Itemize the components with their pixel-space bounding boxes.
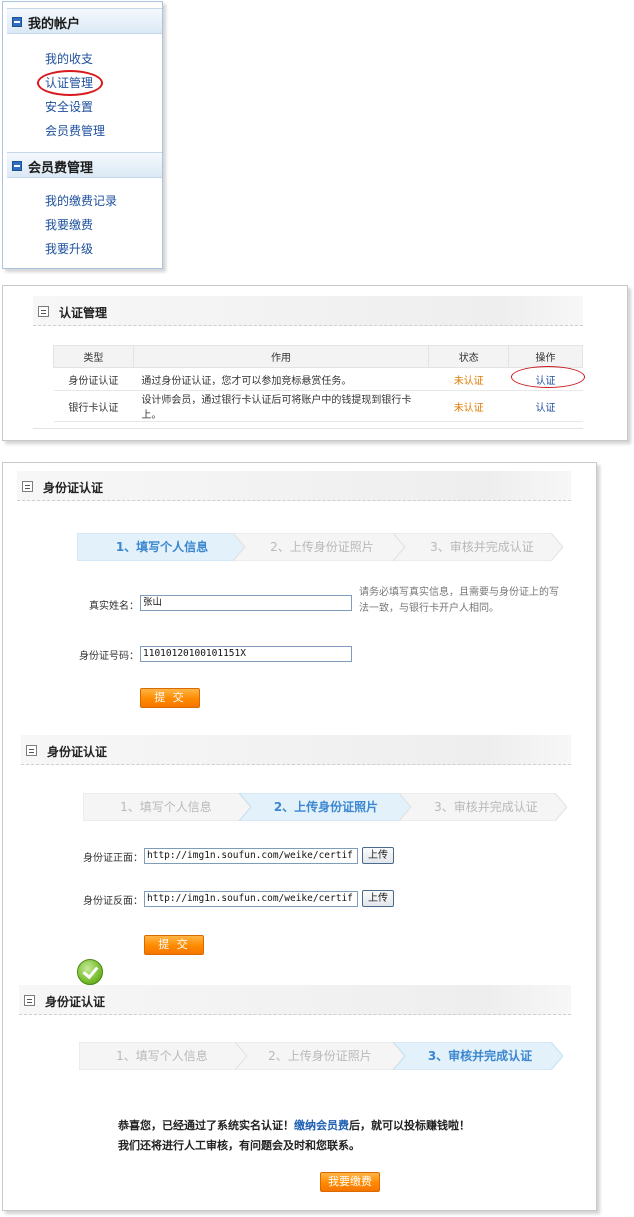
upload-front-button[interactable]: 上传 [362, 847, 394, 864]
cert-desc: 设计师会员，通过银行卡认证后可将账户中的钱提现到银行卡上。 [133, 390, 429, 422]
cert-mgmt-panel: 认证管理 类型 作用 状态 操作 身份证认证 通过身份证认证，您才可以参加竞标悬… [2, 285, 628, 441]
step-1: 1、填写个人信息 [116, 1049, 208, 1063]
cert-type: 身份证认证 [53, 367, 134, 391]
sidebar-section-title: 我的帐户 [28, 17, 81, 32]
sidebar-item-income[interactable]: 我的收支 [45, 50, 93, 67]
id-front-label: 身份证正面： [83, 853, 143, 864]
highlight-ellipse [511, 366, 585, 388]
section-header: 身份证认证 [17, 471, 571, 501]
collapse-icon[interactable] [12, 17, 22, 27]
success-message-line1: 恭喜您，已经通过了系统实名认证！缴纳会员费后，就可以投标赚钱啦！ [118, 1117, 470, 1133]
list-icon [26, 745, 37, 756]
section-header: 身份证认证 [19, 985, 571, 1015]
sidebar-section-title: 会员费管理 [28, 161, 94, 176]
cert-desc: 通过身份证认证，您才可以参加竞标悬赏任务。 [133, 367, 429, 391]
step-2: 2、上传身份证照片 [270, 540, 374, 554]
section-title: 身份证认证 [43, 481, 104, 495]
step-3: 3、审核并完成认证 [434, 800, 538, 814]
sidebar-panel: 我的帐户 我的收支 认证管理 安全设置 会员费管理 会员费管理 我的缴费记录 我… [2, 1, 163, 269]
status-badge: 未认证 [428, 367, 509, 391]
upload-back-button[interactable]: 上传 [362, 890, 394, 907]
certify-link[interactable]: 认证 [508, 390, 583, 422]
table-row: 银行卡认证 设计师会员，通过银行卡认证后可将账户中的钱提现到银行卡上。 未认证 … [53, 390, 583, 422]
step-progress: 1、填写个人信息 2、上传身份证照片 3、审核并完成认证 [77, 533, 563, 561]
list-icon [22, 481, 33, 492]
name-hint: 请务必填写真实信息，且需要与身份证上的写法一致，与银行卡开户人相同。 [359, 587, 559, 614]
table-row: 身份证认证 通过身份证认证，您才可以参加竞标悬赏任务。 未认证 认证 [53, 367, 583, 391]
section-header: 身份证认证 [21, 735, 571, 765]
section-title: 身份证认证 [47, 745, 108, 759]
status-badge: 未认证 [428, 390, 509, 422]
name-field[interactable]: 张山 [140, 595, 352, 611]
step-2: 2、上传身份证照片 [273, 800, 379, 814]
id-number-field[interactable]: 11010120100101151X [140, 646, 352, 662]
column-header: 状态 [428, 345, 510, 368]
sidebar-item-security[interactable]: 安全设置 [45, 98, 93, 115]
section-title: 身份证认证 [45, 995, 106, 1009]
highlight-ellipse [37, 70, 103, 96]
message-text: 恭喜您，已经通过了系统实名认证！ [118, 1119, 294, 1132]
cert-table: 类型 作用 状态 操作 身份证认证 通过身份证认证，您才可以参加竞标悬赏任务。 … [53, 345, 583, 422]
name-label: 真实姓名： [89, 601, 139, 612]
success-check-icon [77, 959, 103, 985]
list-icon [38, 306, 49, 317]
section-title: 认证管理 [59, 306, 108, 320]
id-cert-panel: 身份证认证 1、填写个人信息 2、上传身份证照片 3、审核并完成认证 真实姓名：… [2, 462, 597, 1211]
submit-button[interactable]: 提 交 [140, 688, 200, 708]
id-back-label: 身份证反面： [83, 896, 143, 907]
column-header: 操作 [508, 345, 583, 368]
pay-membership-link[interactable]: 缴纳会员费 [294, 1119, 349, 1132]
step-1: 1、填写个人信息 [120, 800, 212, 814]
sidebar-item-membership[interactable]: 会员费管理 [45, 122, 105, 139]
step-3: 3、审核并完成认证 [427, 1049, 533, 1063]
message-text: 后，就可以投标赚钱啦！ [349, 1119, 470, 1132]
list-icon [24, 995, 35, 1006]
column-header: 类型 [53, 345, 134, 368]
step-2: 2、上传身份证照片 [268, 1049, 372, 1063]
cert-type: 银行卡认证 [53, 390, 134, 422]
sidebar-item-upgrade[interactable]: 我要升级 [45, 240, 93, 257]
step-progress: 1、填写个人信息 2、上传身份证照片 3、审核并完成认证 [79, 1042, 563, 1070]
sidebar-section-membership: 会员费管理 [7, 152, 162, 178]
divider [33, 428, 583, 429]
id-back-field[interactable]: http://img1n.soufun.com/weike/certif [144, 891, 358, 907]
sidebar-item-payment-records[interactable]: 我的缴费记录 [45, 192, 117, 209]
section-header: 认证管理 [33, 296, 583, 326]
pay-button[interactable]: 我要缴费 [320, 1172, 380, 1192]
collapse-icon[interactable] [12, 161, 22, 171]
step-3: 3、审核并完成认证 [430, 540, 534, 554]
id-number-label: 身份证号码： [79, 651, 139, 662]
table-header-row: 类型 作用 状态 操作 [53, 345, 583, 368]
submit-button[interactable]: 提 交 [144, 935, 204, 955]
sidebar-section-account: 我的帐户 [7, 8, 162, 34]
column-header: 作用 [132, 345, 430, 368]
id-front-field[interactable]: http://img1n.soufun.com/weike/certif [144, 848, 358, 864]
success-message-line2: 我们还将进行人工审核，有问题会及时和您联系。 [118, 1139, 360, 1152]
step-1: 1、填写个人信息 [115, 540, 209, 554]
step-progress: 1、填写个人信息 2、上传身份证照片 3、审核并完成认证 [83, 793, 567, 821]
sidebar-item-pay[interactable]: 我要缴费 [45, 216, 93, 233]
